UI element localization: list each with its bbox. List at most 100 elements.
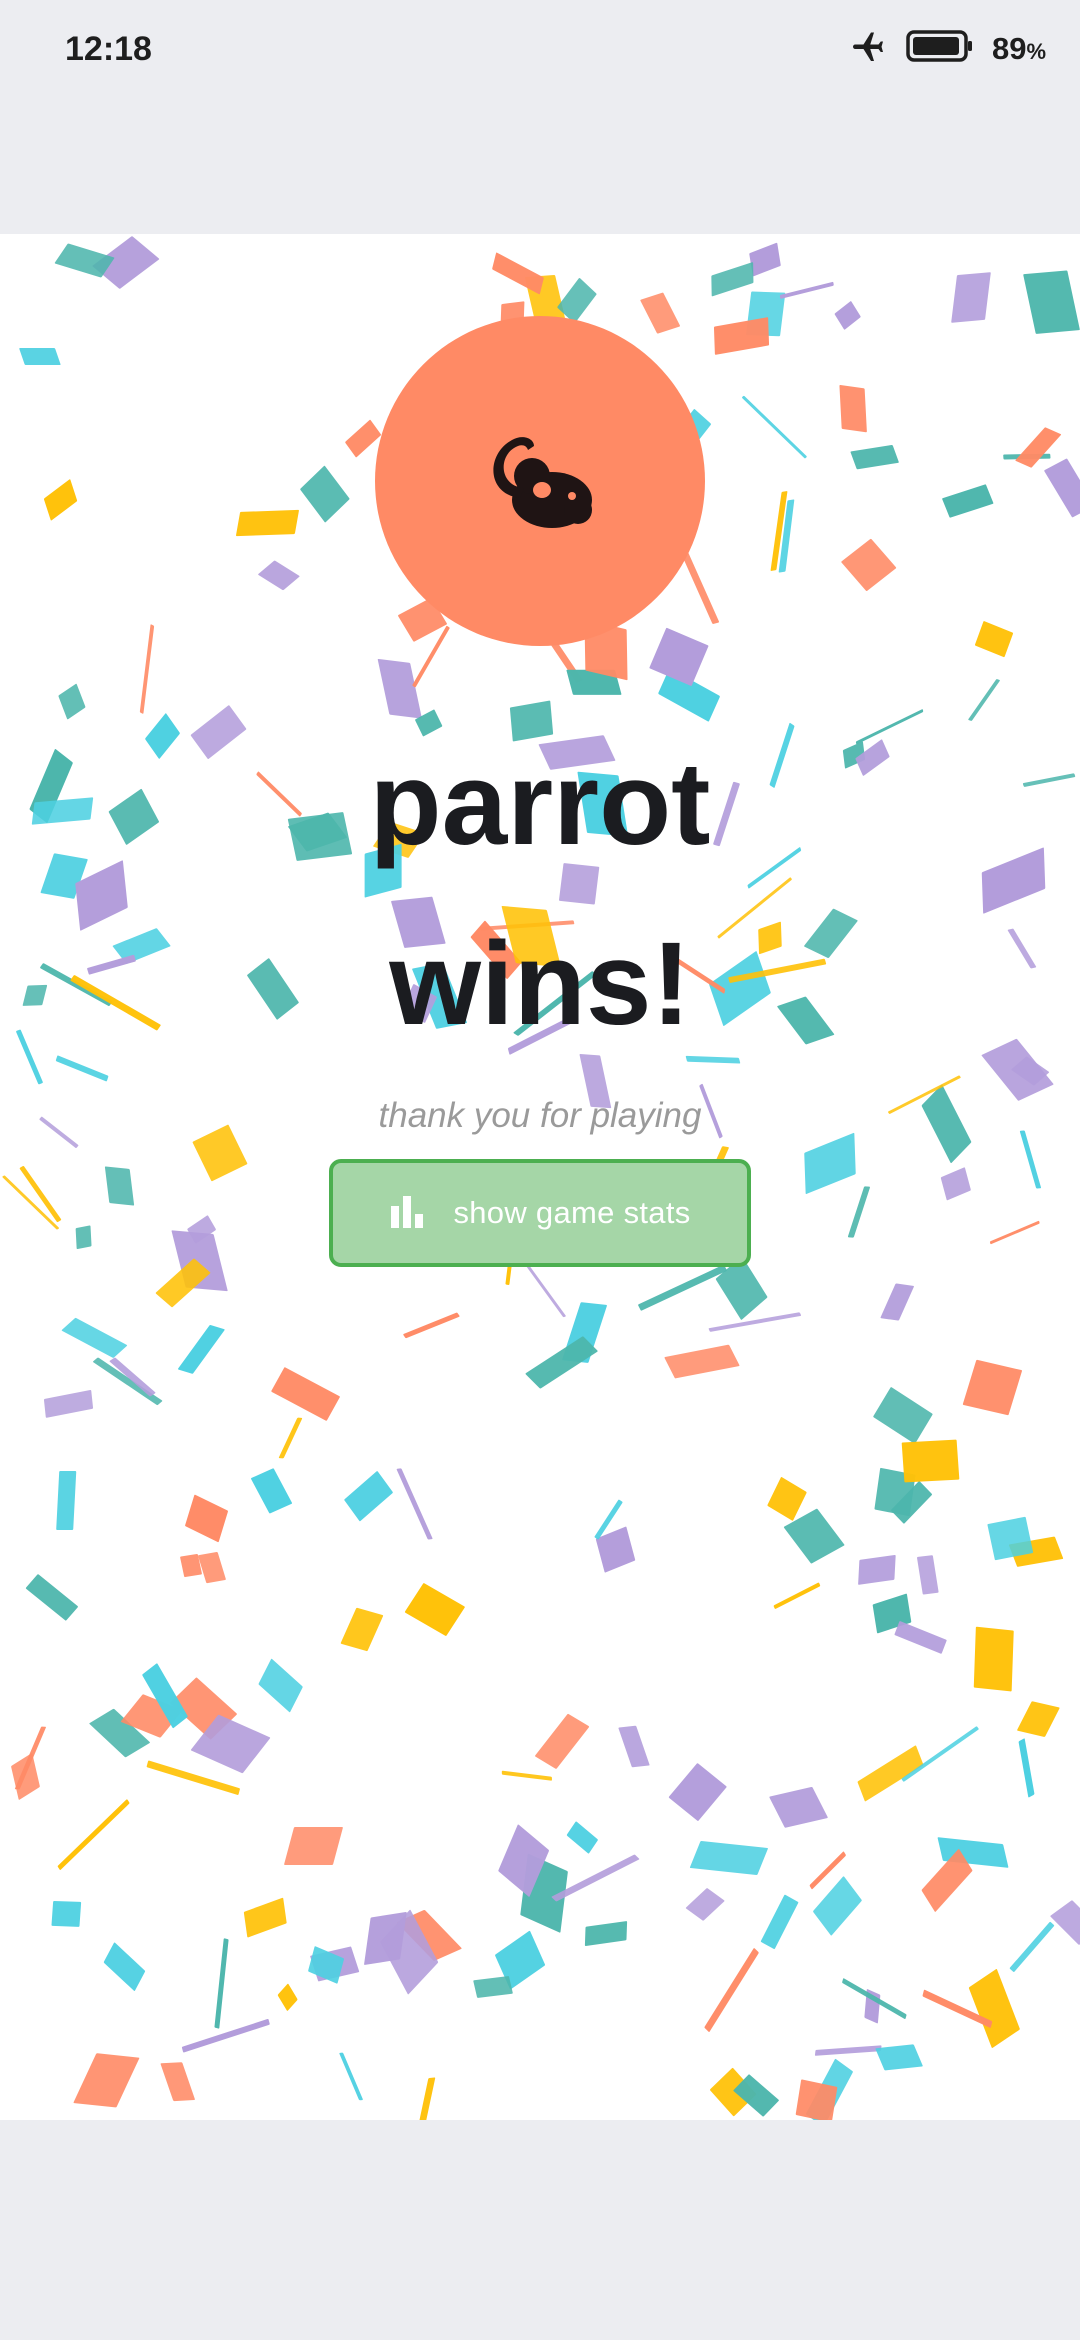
confetti-piece [72, 2053, 140, 2108]
confetti-piece [850, 444, 900, 470]
thank-you-subtitle: thank you for playing [378, 1096, 702, 1135]
confetti-piece [685, 1887, 726, 1922]
confetti-piece [61, 1318, 129, 1359]
confetti-piece [585, 1920, 628, 1946]
confetti-piece [258, 560, 301, 591]
confetti-piece [43, 479, 77, 521]
confetti-piece [283, 1827, 343, 1866]
battery-unit: % [1026, 38, 1046, 64]
confetti-piece [338, 2052, 363, 2101]
confetti-piece [1019, 1130, 1042, 1190]
confetti-piece [760, 1894, 799, 1950]
battery-level: 89 [991, 30, 1027, 66]
confetti-piece [343, 1470, 393, 1522]
confetti-piece [847, 1186, 871, 1238]
confetti-piece [278, 1418, 302, 1459]
win-screen: parrot wins! thank you for playing show … [0, 234, 1080, 2120]
confetti-piece [639, 292, 681, 334]
confetti-piece [197, 1551, 227, 1584]
confetti-piece [214, 1937, 229, 2029]
show-game-stats-button[interactable]: show game stats [329, 1159, 751, 1267]
confetti-piece [340, 1607, 384, 1651]
confetti-piece [766, 1476, 808, 1522]
confetti-piece [711, 262, 754, 297]
mouse-icon [480, 424, 600, 539]
confetti-piece [648, 627, 709, 686]
confetti-piece [901, 1439, 960, 1482]
confetti-piece [1023, 270, 1080, 335]
winner-avatar [375, 316, 705, 646]
confetti-piece [839, 385, 868, 433]
confetti-piece [840, 538, 897, 592]
confetti-piece [1018, 1738, 1035, 1798]
confetti-piece [50, 1901, 81, 1928]
confetti-piece [534, 1713, 589, 1770]
confetti-piece [43, 1389, 93, 1418]
bar-chart-icon [389, 1194, 425, 1233]
confetti-piece [663, 1344, 741, 1379]
confetti-piece [772, 1582, 821, 1610]
confetti-piece [796, 2079, 839, 2120]
confetti-piece [92, 1357, 162, 1405]
confetti-piece [55, 1471, 77, 1530]
confetti-piece [780, 281, 835, 299]
confetti-piece [277, 1983, 299, 2013]
confetti-piece [396, 1468, 433, 1540]
confetti-piece [974, 1626, 1015, 1692]
confetti-piece [1049, 1899, 1080, 1945]
confetti-piece [160, 2062, 196, 2101]
confetti-piece [502, 1770, 553, 1781]
confetti-piece [235, 509, 299, 536]
confetti-piece [941, 483, 994, 518]
confetti-piece [177, 1325, 226, 1374]
confetti-piece [184, 1494, 228, 1542]
confetti-piece [875, 2044, 924, 2071]
confetti-piece [950, 271, 991, 323]
confetti-piece [974, 620, 1014, 658]
confetti-piece [104, 1165, 135, 1206]
winner-title: parrot wins! [0, 714, 1080, 1074]
confetti-piece [989, 1221, 1041, 1246]
confetti-piece [987, 1517, 1033, 1561]
confetti-piece [804, 1132, 857, 1195]
confetti-piece [857, 1554, 896, 1586]
confetti-piece [363, 1911, 407, 1965]
confetti-piece [813, 1875, 863, 1936]
confetti-piece [139, 623, 154, 714]
confetti-piece [181, 2019, 270, 2053]
confetti-piece [404, 1582, 465, 1636]
status-time: 12:18 [65, 30, 152, 68]
confetti-piece [637, 1264, 727, 1311]
confetti-piece [103, 1941, 147, 1992]
confetti-piece [834, 301, 862, 331]
confetti-piece [880, 1283, 914, 1321]
airplane-mode-icon [848, 28, 888, 69]
confetti-piece [376, 658, 422, 719]
confetti-piece [768, 1786, 828, 1828]
confetti-piece [1009, 1921, 1055, 1972]
battery-percentage: 89% [992, 31, 1046, 67]
confetti-piece [345, 419, 382, 458]
confetti-piece [270, 1366, 341, 1422]
confetti-piece [75, 1225, 92, 1250]
confetti-piece [708, 1312, 801, 1332]
confetti-piece [243, 1897, 287, 1938]
confetti-piece [25, 1573, 79, 1621]
confetti-piece [409, 2076, 435, 2120]
confetti-piece [57, 1799, 130, 1871]
confetti-piece [689, 1840, 769, 1875]
stats-button-label: show game stats [453, 1195, 691, 1230]
confetti-piece [703, 1947, 759, 2033]
confetti-piece [10, 1753, 40, 1801]
confetti-piece [893, 1620, 947, 1654]
confetti-piece [1044, 458, 1080, 519]
confetti-piece [814, 2045, 882, 2056]
confetti-piece [749, 242, 782, 277]
winner-name: parrot [369, 738, 711, 870]
confetti-piece [714, 317, 770, 356]
confetti-piece [962, 1359, 1022, 1415]
status-bar: 12:18 89% [0, 0, 1080, 100]
confetti-piece [19, 347, 61, 366]
confetti-piece [473, 1975, 513, 1998]
confetti-piece [873, 1386, 934, 1444]
